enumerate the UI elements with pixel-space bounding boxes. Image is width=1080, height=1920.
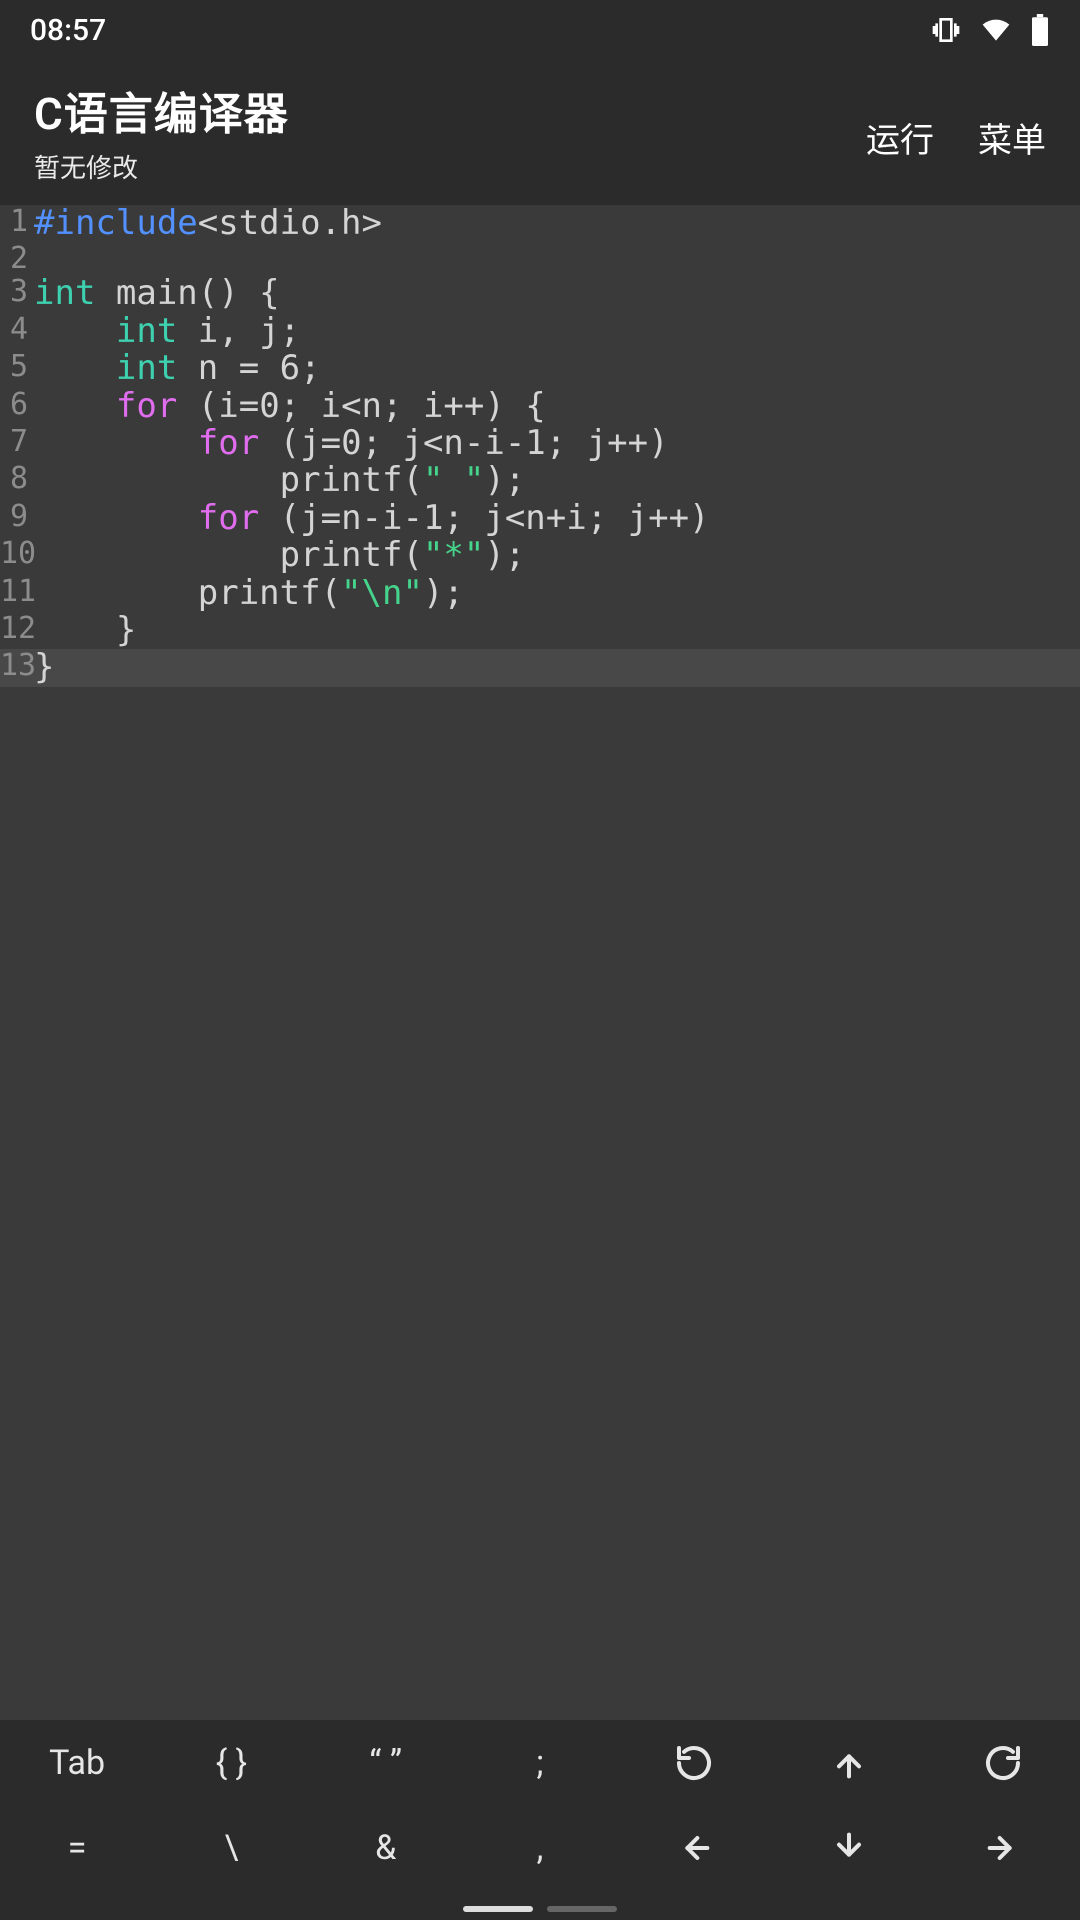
redo-icon — [983, 1743, 1023, 1783]
symbol-keybar: Tab{ }“ ”; =\&, — [0, 1720, 1080, 1890]
code-line[interactable]: 7 for (j=0; j<n-i-1; j++) — [0, 425, 1080, 462]
line-number: 11 — [0, 575, 34, 612]
quotes-key[interactable]: “ ” — [309, 1720, 463, 1805]
status-time: 08:57 — [30, 13, 106, 48]
line-number: 1 — [0, 205, 34, 242]
code-line[interactable]: 10 printf("*"); — [0, 537, 1080, 574]
code-line[interactable]: 1#include<stdio.h> — [0, 205, 1080, 242]
left-icon — [674, 1828, 714, 1868]
down-key[interactable] — [771, 1805, 925, 1890]
code-content[interactable]: printf("*"); — [34, 537, 525, 574]
line-number: 10 — [0, 537, 34, 574]
code-line[interactable]: 4 int i, j; — [0, 313, 1080, 350]
redo-key[interactable] — [926, 1720, 1080, 1805]
app-subtitle: 暂无修改 — [34, 148, 289, 185]
app-title-block: C语言编译器 暂无修改 — [34, 78, 289, 185]
nav-handle — [463, 1906, 617, 1912]
equals-key[interactable]: = — [0, 1805, 154, 1890]
code-line[interactable]: 2 — [0, 242, 1080, 275]
wifi-icon — [980, 14, 1012, 46]
code-line[interactable]: 5 int n = 6; — [0, 350, 1080, 387]
code-content[interactable]: int main() { — [34, 275, 280, 312]
code-line[interactable]: 13} — [0, 649, 1080, 686]
code-content[interactable]: int i, j; — [34, 313, 300, 350]
tab-key[interactable]: Tab — [0, 1720, 154, 1805]
code-content[interactable]: } — [34, 649, 54, 686]
menu-button[interactable]: 菜单 — [978, 113, 1046, 162]
line-number: 12 — [0, 612, 34, 649]
code-content[interactable]: for (j=0; j<n-i-1; j++) — [34, 425, 669, 462]
app-title: C语言编译器 — [34, 78, 289, 142]
undo-key[interactable] — [617, 1720, 771, 1805]
code-content[interactable]: printf(" "); — [34, 462, 525, 499]
up-key[interactable] — [771, 1720, 925, 1805]
ampersand-key[interactable]: & — [309, 1805, 463, 1890]
battery-icon — [1030, 14, 1050, 46]
line-number: 4 — [0, 313, 34, 350]
code-content[interactable]: for (j=n-i-1; j<n+i; j++) — [34, 500, 710, 537]
code-editor[interactable]: 1#include<stdio.h>23int main() {4 int i,… — [0, 205, 1080, 1757]
code-content[interactable]: #include<stdio.h> — [34, 205, 382, 242]
semicolon-key[interactable]: ; — [463, 1720, 617, 1805]
code-content[interactable]: for (i=0; i<n; i++) { — [34, 388, 546, 425]
run-button[interactable]: 运行 — [866, 113, 934, 162]
app-header: C语言编译器 暂无修改 运行 菜单 — [0, 60, 1080, 205]
code-line[interactable]: 6 for (i=0; i<n; i++) { — [0, 388, 1080, 425]
line-number: 13 — [0, 649, 34, 686]
code-line[interactable]: 11 printf("\n"); — [0, 575, 1080, 612]
line-number: 9 — [0, 500, 34, 537]
right-icon — [983, 1828, 1023, 1868]
vibrate-icon — [930, 14, 962, 46]
code-content[interactable]: int n = 6; — [34, 350, 321, 387]
code-content[interactable]: } — [34, 612, 136, 649]
code-line[interactable]: 3int main() { — [0, 275, 1080, 312]
comma-key[interactable]: , — [463, 1805, 617, 1890]
braces-key[interactable]: { } — [154, 1720, 308, 1805]
undo-icon — [674, 1743, 714, 1783]
line-number: 7 — [0, 425, 34, 462]
line-number: 2 — [0, 242, 34, 275]
line-number: 8 — [0, 462, 34, 499]
down-icon — [829, 1828, 869, 1868]
code-line[interactable]: 12 } — [0, 612, 1080, 649]
backslash-key[interactable]: \ — [154, 1805, 308, 1890]
code-line[interactable]: 9 for (j=n-i-1; j<n+i; j++) — [0, 500, 1080, 537]
status-bar: 08:57 — [0, 0, 1080, 60]
up-icon — [829, 1743, 869, 1783]
line-number: 6 — [0, 388, 34, 425]
right-key[interactable] — [926, 1805, 1080, 1890]
code-content[interactable]: printf("\n"); — [34, 575, 464, 612]
status-icons — [930, 14, 1050, 46]
header-actions: 运行 菜单 — [866, 113, 1046, 162]
line-number: 3 — [0, 275, 34, 312]
line-number: 5 — [0, 350, 34, 387]
code-line[interactable]: 8 printf(" "); — [0, 462, 1080, 499]
left-key[interactable] — [617, 1805, 771, 1890]
